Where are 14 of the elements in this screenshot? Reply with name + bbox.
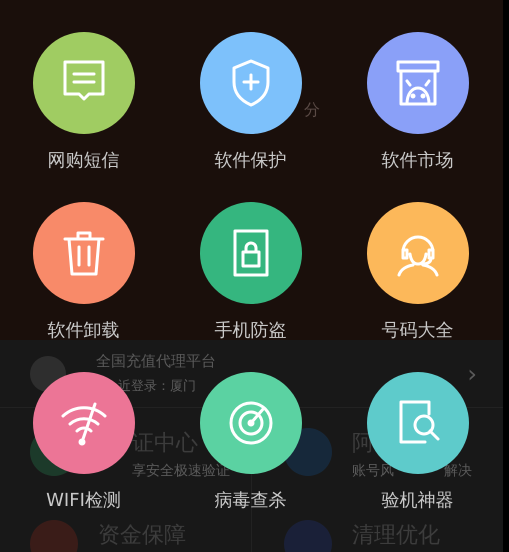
menu-label: 网购短信: [48, 150, 120, 172]
menu-label: 软件保护: [214, 150, 286, 172]
menu-label: 验机神器: [382, 490, 454, 512]
menu-label: 软件市场: [382, 150, 454, 172]
service-subtitle: 解决: [444, 462, 472, 480]
chevron: ›: [467, 360, 477, 388]
menu-label: 号码大全: [382, 320, 454, 342]
menu-label: 手机防盗: [214, 320, 286, 342]
account-title: 全国充值代理平台: [96, 352, 217, 371]
score-unit: 分: [304, 100, 320, 120]
menu-label: 软件卸载: [48, 320, 120, 342]
menu-label: WIFI检测: [46, 490, 121, 512]
service-subtitle: 账号风: [352, 462, 394, 480]
menu-label: 病毒查杀: [214, 490, 286, 512]
